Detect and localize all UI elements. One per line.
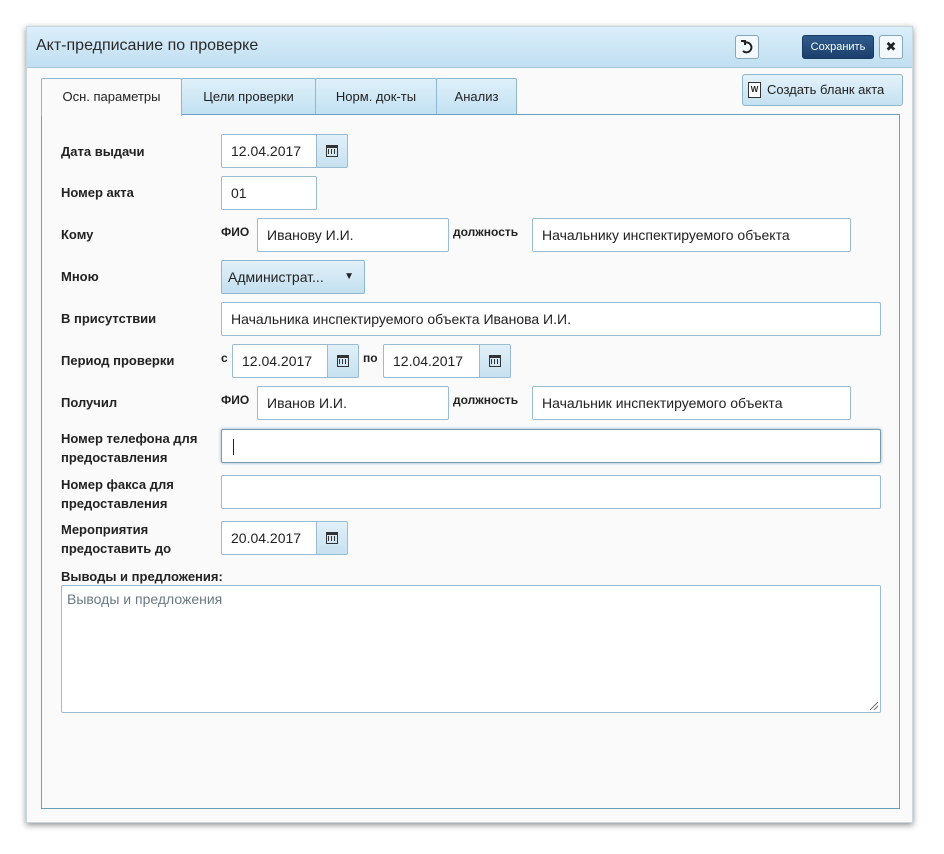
to-position-input[interactable]: Начальнику инспектируемого объекта [532,218,851,252]
resize-grip-icon[interactable] [870,702,878,710]
conclusions-placeholder: Выводы и предложения [67,591,223,607]
received-position-label: должность [453,393,519,407]
by-me-select[interactable]: Администрат... ▼ [221,260,365,294]
to-fio-label: ФИО [221,225,250,239]
main-params-panel: Дата выдачи 12.04.2017 Номер акта 01 Ком… [41,114,900,809]
calendar-icon [326,145,338,157]
deadline-calendar-button[interactable] [316,521,348,555]
received-position-input[interactable]: Начальник инспектируемого объекта [532,386,851,420]
by-me-label: Мною [61,269,99,284]
word-doc-icon: W [748,82,761,98]
create-blank-label: Создать бланк акта [767,82,885,97]
to-position-label: должность [453,225,519,239]
fax-label-line2: предоставления [61,496,168,511]
create-blank-button[interactable]: W Создать бланк акта [742,74,903,106]
by-me-value: Администрат... [228,269,324,285]
fax-input[interactable] [221,475,881,509]
in-presence-label: В присутствии [61,311,157,326]
phone-label: Номер телефона для предоставления [61,429,197,467]
phone-label-line2: предоставления [61,450,168,465]
period-to-input[interactable]: 12.04.2017 [383,344,480,378]
calendar-icon [326,532,338,544]
act-number-input[interactable]: 01 [221,176,317,210]
fax-label-line1: Номер факса для [61,477,174,492]
in-presence-input[interactable]: Начальника инспектируемого объекта Ивано… [221,302,881,336]
period-from-label: с [221,351,228,365]
issue-date-label: Дата выдачи [61,144,145,159]
fax-label: Номер факса для предоставления [61,475,174,513]
title-bar: Акт-предписание по проверке Сохранить ✖ [27,27,912,68]
tab-norm-docs[interactable]: Норм. док-ты [315,78,437,114]
period-label: Период проверки [61,353,175,368]
reset-button[interactable] [735,35,759,59]
tab-main-params[interactable]: Осн. параметры [41,78,182,116]
to-fio-input[interactable]: Иванову И.И. [257,218,449,252]
period-from-calendar-button[interactable] [327,344,359,378]
period-to-calendar-button[interactable] [479,344,511,378]
calendar-icon [489,355,501,367]
conclusions-textarea[interactable]: Выводы и предложения [61,585,881,713]
calendar-icon [337,355,349,367]
period-from-input[interactable]: 12.04.2017 [232,344,328,378]
received-label: Получил [61,395,118,410]
dialog-title: Акт-предписание по проверке [36,37,259,54]
to-label: Кому [61,227,94,242]
close-button[interactable]: ✖ [879,35,903,59]
deadline-label-line1: Мероприятия [61,522,149,537]
tab-analysis[interactable]: Анализ [436,78,517,114]
received-fio-label: ФИО [221,393,250,407]
close-icon: ✖ [885,39,897,54]
period-to-label: по [363,351,378,365]
deadline-input[interactable]: 20.04.2017 [221,521,317,555]
phone-input[interactable] [221,429,881,463]
save-button[interactable]: Сохранить [802,35,874,59]
deadline-label: Мероприятия предоставить до [61,520,171,558]
received-fio-input[interactable]: Иванов И.И. [257,386,449,420]
deadline-label-line2: предоставить до [61,541,172,556]
text-cursor [233,439,234,456]
chevron-down-icon: ▼ [344,271,354,282]
issue-date-calendar-button[interactable] [316,134,348,168]
phone-label-line1: Номер телефона для [61,431,198,446]
undo-icon [741,40,753,54]
issue-date-input[interactable]: 12.04.2017 [221,134,317,168]
act-number-label: Номер акта [61,185,134,200]
conclusions-label: Выводы и предложения: [61,569,223,584]
tab-inspection-goals[interactable]: Цели проверки [181,78,316,114]
dialog-window: Акт-предписание по проверке Сохранить ✖ … [26,26,913,823]
